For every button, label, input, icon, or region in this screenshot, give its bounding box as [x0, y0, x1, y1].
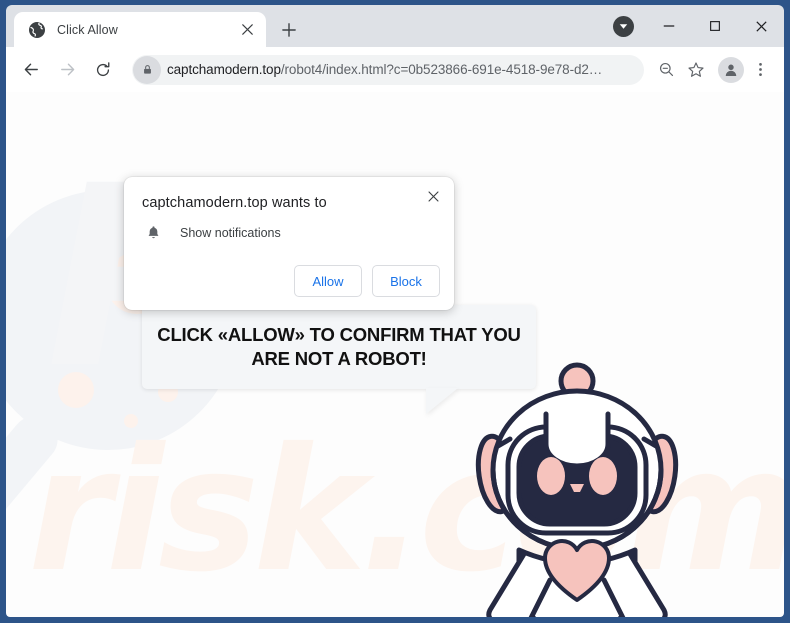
- maximize-button[interactable]: [692, 5, 738, 47]
- forward-button[interactable]: [52, 55, 82, 85]
- robot-mascot: [472, 354, 682, 617]
- back-button[interactable]: [16, 55, 46, 85]
- browser-tab[interactable]: Click Allow: [14, 12, 266, 47]
- browser-toolbar: captchamodern.top/robot4/index.html?c=0b…: [6, 47, 784, 92]
- window-controls: [613, 5, 784, 47]
- new-tab-button[interactable]: [276, 17, 302, 43]
- url-path: /robot4/index.html?c=0b523866-691e-4518-…: [280, 62, 603, 77]
- download-indicator-icon[interactable]: [613, 15, 634, 37]
- dialog-actions: Allow Block: [294, 265, 440, 297]
- reload-button[interactable]: [88, 55, 118, 85]
- notification-permission-dialog: captchamodern.top wants to Show notifica…: [124, 177, 454, 310]
- tab-close-icon[interactable]: [236, 19, 258, 41]
- lock-icon[interactable]: [133, 55, 161, 84]
- bell-icon: [142, 225, 164, 240]
- permission-row: Show notifications: [142, 225, 281, 240]
- tab-title: Click Allow: [57, 22, 118, 37]
- close-button[interactable]: [738, 5, 784, 47]
- page-viewport: PC risk.com CLICK «ALLOW» TO CONFIRM THA…: [6, 92, 784, 617]
- allow-button[interactable]: Allow: [294, 265, 362, 297]
- block-button[interactable]: Block: [372, 265, 440, 297]
- permission-label: Show notifications: [180, 225, 281, 240]
- star-icon[interactable]: [682, 56, 710, 84]
- three-dot-menu-icon[interactable]: [746, 56, 774, 84]
- dialog-title: captchamodern.top wants to: [142, 195, 327, 211]
- url-host: captchamodern.top: [167, 62, 281, 77]
- dialog-close-icon[interactable]: [420, 183, 446, 209]
- tab-strip: Click Allow: [6, 5, 784, 47]
- globe-icon: [28, 21, 46, 39]
- zoom-out-icon[interactable]: [652, 56, 680, 84]
- address-bar-text: captchamodern.top/robot4/index.html?c=0b…: [167, 62, 636, 77]
- browser-window: Click Allow captchamodern.top/robot4/ind…: [0, 0, 790, 623]
- speech-bubble-tail: [426, 388, 458, 414]
- minimize-button[interactable]: [646, 5, 692, 47]
- address-bar[interactable]: captchamodern.top/robot4/index.html?c=0b…: [132, 54, 644, 85]
- profile-avatar-icon[interactable]: [718, 56, 744, 83]
